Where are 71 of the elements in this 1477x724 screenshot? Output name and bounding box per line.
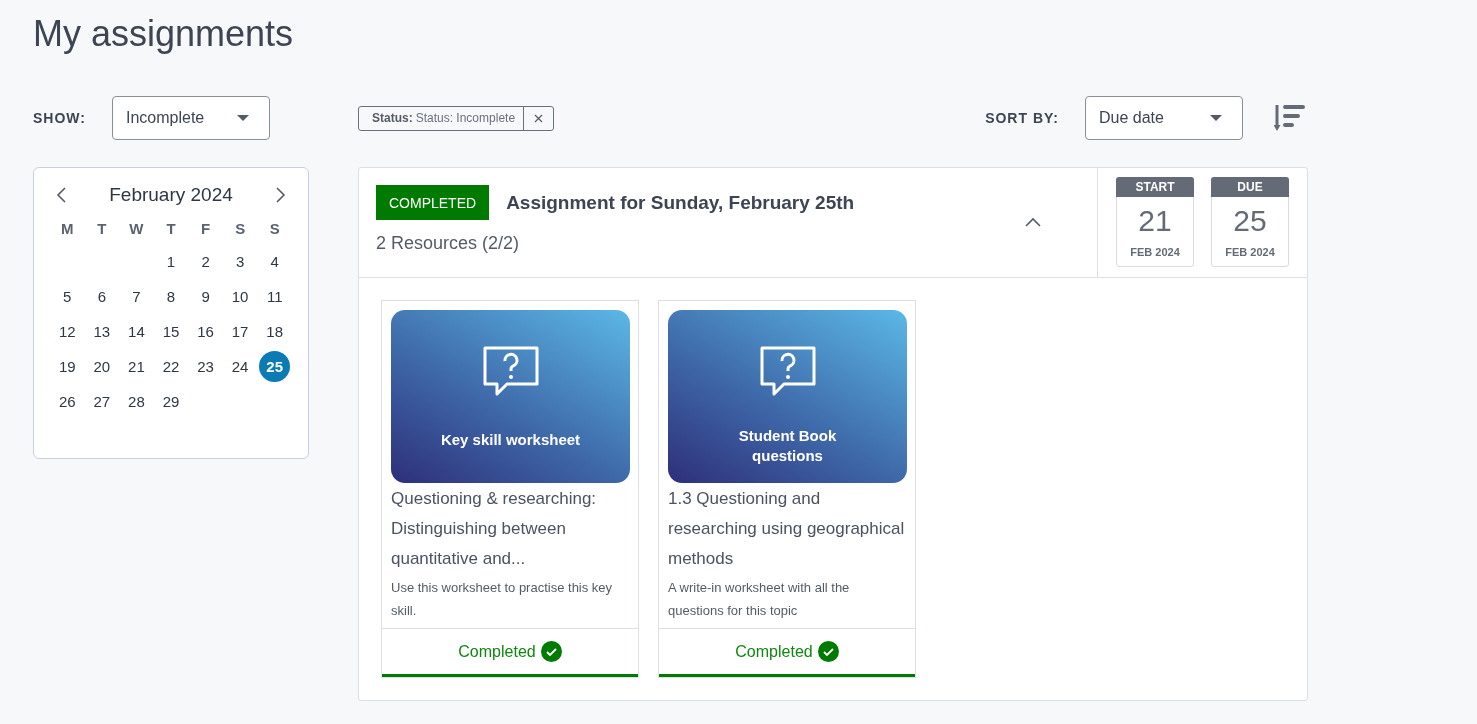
calendar-day[interactable]: 13 xyxy=(86,316,118,347)
calendar-day[interactable]: 1 xyxy=(155,246,187,277)
calendar-day[interactable]: 2 xyxy=(190,246,222,277)
calendar-day[interactable]: 9 xyxy=(190,281,222,312)
sort-icon[interactable] xyxy=(1274,103,1306,133)
caret-icon xyxy=(1210,115,1222,121)
resource-status: Completed xyxy=(735,642,813,661)
page-title: My assignments xyxy=(33,12,295,56)
weekday-header: F xyxy=(199,219,212,239)
weekday-header: S xyxy=(268,219,281,239)
weekday-header: S xyxy=(234,219,247,239)
check-circle-icon xyxy=(540,641,562,662)
calendar-day[interactable]: 8 xyxy=(155,281,187,312)
chevron-left-icon[interactable] xyxy=(55,186,69,204)
sort-dropdown[interactable]: Due date xyxy=(1085,96,1243,140)
calendar-day[interactable]: 15 xyxy=(155,316,187,347)
assignment-title: Assignment for Sunday, February 25th xyxy=(506,191,855,214)
date-day: 21 xyxy=(1138,204,1172,238)
calendar-month: February 2024 xyxy=(109,184,233,206)
calendar-day[interactable]: 18 xyxy=(259,316,291,347)
calendar-day[interactable]: 25 xyxy=(259,351,291,382)
resource-card[interactable]: Key skill worksheet Questioning & researching: Distinguishing between quantitative and... Use this worksheet to practise this key skill. Completed xyxy=(381,300,639,678)
resource-status: Completed xyxy=(458,642,536,661)
weekday-header: T xyxy=(165,219,177,239)
resource-description: A write-in worksheet with all the questions for this topic xyxy=(667,579,851,620)
calendar-day[interactable]: 14 xyxy=(120,316,152,347)
filter-chip-label: Status: Status: Incomplete xyxy=(371,110,517,127)
date-day: 25 xyxy=(1233,204,1267,238)
calendar-day[interactable]: 12 xyxy=(51,316,83,347)
calendar-day[interactable]: 5 xyxy=(51,281,83,312)
calendar-day[interactable]: 22 xyxy=(155,351,187,382)
calendar-day[interactable]: 6 xyxy=(86,281,118,312)
calendar-day[interactable]: 7 xyxy=(120,281,152,312)
status-badge: COMPLETED xyxy=(376,185,490,220)
calendar-day[interactable]: 3 xyxy=(224,246,256,277)
calendar-day[interactable]: 11 xyxy=(259,281,291,312)
tile-title: Key skill worksheet xyxy=(439,430,582,450)
chevron-up-icon[interactable] xyxy=(1024,217,1042,227)
weekday-header: W xyxy=(128,219,145,239)
resource-card[interactable]: Student Book questions 1.3 Questioning and researching using geographical methods A write-in worksheet with all the questions for this topic Completed xyxy=(658,300,916,678)
calendar-day[interactable]: 29 xyxy=(155,386,187,417)
sort-label: SORT BY: xyxy=(985,110,1059,126)
resource-title: Questioning & researching: Distinguishing between quantitative and... xyxy=(390,488,598,570)
resource-title: 1.3 Questioning and researching using geographical methods xyxy=(667,488,906,570)
calendar-day[interactable]: 10 xyxy=(224,281,256,312)
calendar-day[interactable]: 4 xyxy=(259,246,291,277)
tile-title: Student Book questions xyxy=(737,426,838,466)
date-label: START xyxy=(1116,177,1194,197)
check-circle-icon xyxy=(817,641,839,662)
date-month: FEB 2024 xyxy=(1225,246,1275,258)
caret-icon xyxy=(236,115,249,121)
weekday-header: T xyxy=(96,219,108,239)
calendar-day[interactable]: 16 xyxy=(190,316,222,347)
calendar-day[interactable]: 20 xyxy=(86,351,118,382)
calendar-day[interactable]: 28 xyxy=(120,386,152,417)
weekday-header: M xyxy=(60,219,75,239)
calendar-day[interactable]: 24 xyxy=(224,351,256,382)
calendar-day[interactable]: 21 xyxy=(120,351,152,382)
calendar-day[interactable]: 26 xyxy=(51,386,83,417)
calendar-day[interactable]: 19 xyxy=(51,351,83,382)
resources-count: 2 Resources (2/2) xyxy=(376,233,521,254)
date-label: DUE xyxy=(1211,177,1289,197)
date-month: FEB 2024 xyxy=(1130,246,1180,258)
close-icon xyxy=(534,113,544,123)
resource-description: Use this worksheet to practise this key skill. xyxy=(390,579,614,620)
calendar-day[interactable]: 27 xyxy=(86,386,118,417)
chevron-right-icon[interactable] xyxy=(273,186,287,204)
show-label: SHOW: xyxy=(33,110,86,126)
show-dropdown[interactable]: Incomplete xyxy=(111,96,270,140)
calendar-day[interactable]: 23 xyxy=(190,351,222,382)
calendar-day[interactable]: 17 xyxy=(224,316,256,347)
